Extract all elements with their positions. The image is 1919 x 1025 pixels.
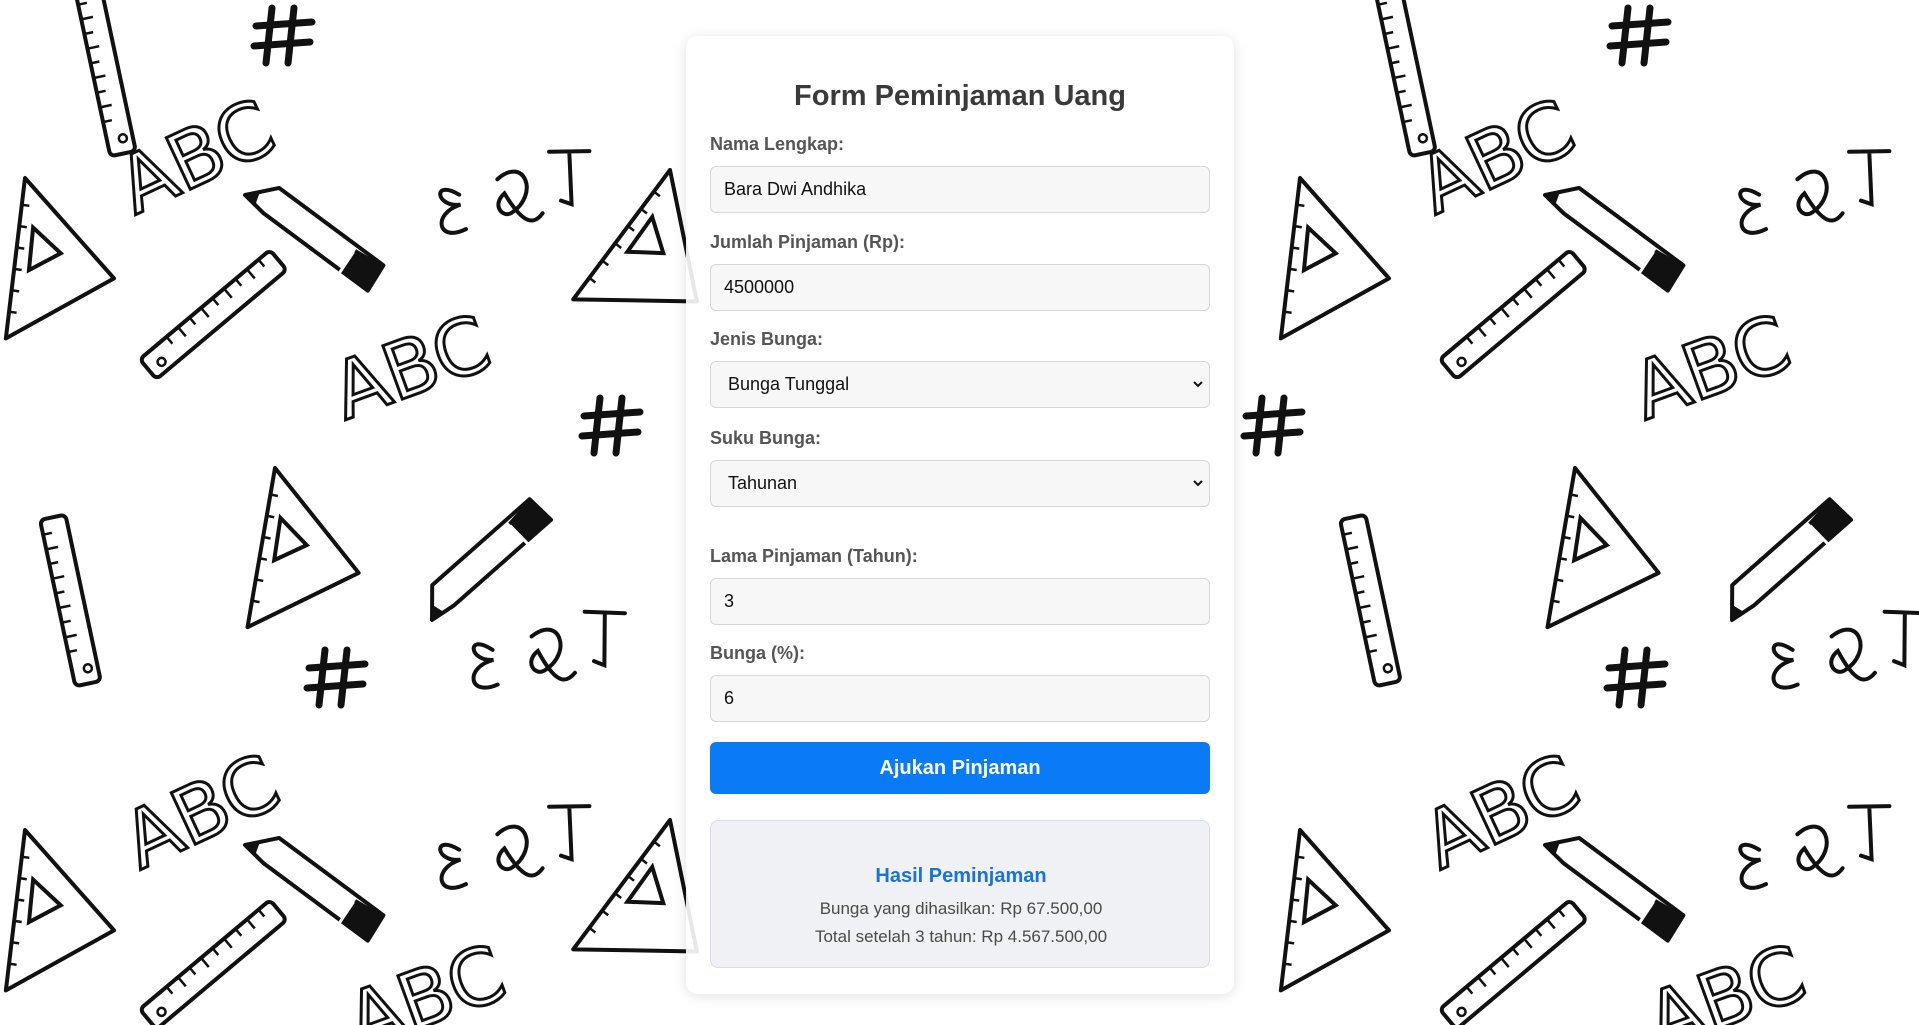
duration-label: Lama Pinjaman (Tahun): [710,546,918,566]
result-panel: Hasil Peminjaman Bunga yang dihasilkan: … [710,820,1210,968]
form-title: Form Peminjaman Uang [794,80,1126,112]
rate-period-select[interactable]: Tahunan [710,460,1210,507]
total-result: Total setelah 3 tahun: Rp 4.567.500,00 [814,927,1108,946]
rate-period-label: Suku Bunga: [710,428,821,448]
name-label: Nama Lengkap: [710,134,845,154]
duration-input[interactable]: 3 [710,578,1210,625]
result-title: Hasil Peminjaman [875,865,1047,887]
amount-label: Jumlah Pinjaman (Rp): [710,232,906,252]
interest-result: Bunga yang dihasilkan: Rp 67.500,00 [819,899,1103,918]
loan-form-card: Form Peminjaman Uang Nama Lengkap: Bara … [686,36,1234,994]
name-input[interactable]: Bara Dwi Andhika [710,166,1210,213]
interest-type-select[interactable]: Bunga Tunggal [710,361,1210,408]
submit-button[interactable]: Ajukan Pinjaman [710,742,1210,794]
amount-input[interactable]: 4500000 [710,264,1210,311]
rate-input[interactable]: 6 [710,675,1210,722]
chevron-down-icon [1193,480,1203,487]
interest-type-value: Bunga Tunggal [728,374,850,394]
rate-label: Bunga (%): [710,643,805,663]
chevron-down-icon [1193,381,1203,388]
rate-period-value: Tahunan [728,473,798,493]
interest-type-label: Jenis Bunga: [710,329,824,349]
